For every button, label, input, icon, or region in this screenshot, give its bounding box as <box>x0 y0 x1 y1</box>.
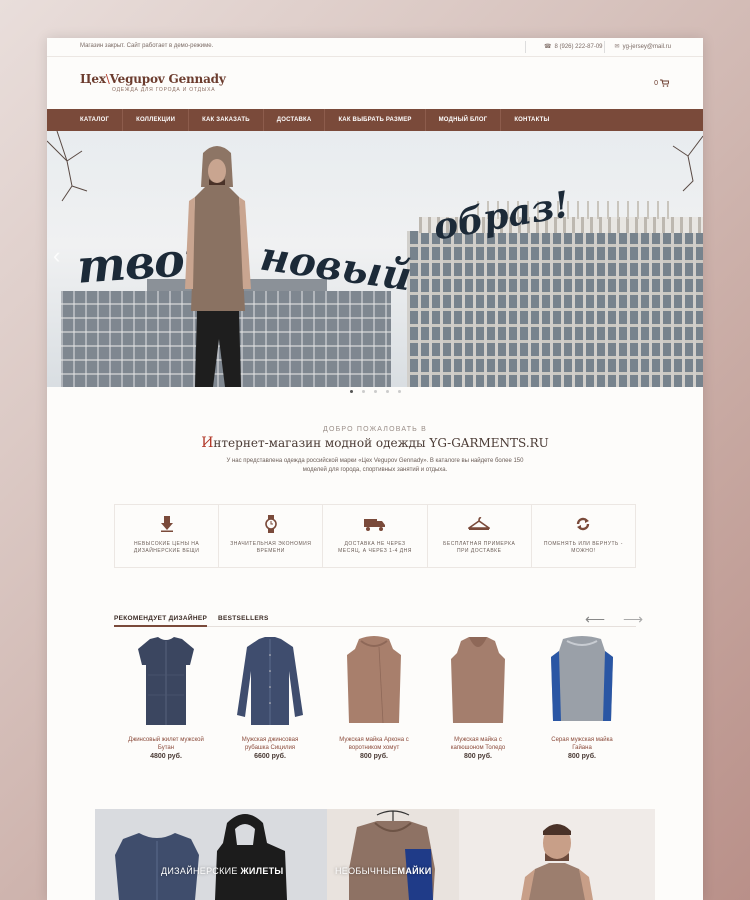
product-name[interactable]: Мужская джинсовая рубашка Сицилия <box>218 736 322 752</box>
feature-item: БЕСПЛАТНАЯ ПРИМЕРКА ПРИ ДОСТАВКЕ <box>428 505 532 567</box>
nav-item-catalog[interactable]: КАТАЛОГ <box>67 109 124 131</box>
tab-recommended[interactable]: РЕКОМЕНДУЕТ ДИЗАЙНЕР <box>114 615 208 627</box>
product-price: 6600 руб. <box>254 753 286 760</box>
product-carousel: Джинсовый жилет мужской Бутан 4800 руб. … <box>114 632 636 760</box>
banner-vests-image <box>115 814 287 900</box>
nav-item-delivery[interactable]: ДОСТАВКА <box>264 109 326 131</box>
email-link[interactable]: ✉ yg-jersey@mail.ru <box>615 43 671 50</box>
welcome-text: У нас представлена одежда российской мар… <box>226 458 524 473</box>
nav-item-size-guide[interactable]: КАК ВЫБРАТЬ РАЗМЕР <box>325 109 426 131</box>
product-price: 800 руб. <box>568 753 596 760</box>
product-name[interactable]: Джинсовый жилет мужской Бутан <box>114 736 218 752</box>
banner-vests-title: ДИЗАЙНЕРСКИЕ ЖИЛЕТЫ <box>161 866 284 876</box>
product-card[interactable]: Мужская майка с капюшоном Толедо 800 руб… <box>426 632 530 760</box>
product-price: 800 руб. <box>360 753 388 760</box>
carousel-next-arrow[interactable]: ⟶ <box>623 611 643 628</box>
nav-item-contacts[interactable]: КОНТАКТЫ <box>501 109 562 131</box>
banner-tanks-title: НЕОБЫЧНЫЕМАЙКИ <box>335 866 432 876</box>
tree-branches <box>47 131 88 202</box>
logo-tagline: ОДЕЖДА ДЛЯ ГОРОДА И ОТДЫХА <box>112 87 216 93</box>
exchange-icon <box>532 514 635 534</box>
slider-dots <box>47 390 703 393</box>
welcome-section: ДОБРО ПОЖАЛОВАТЬ В Интернет-магазин модн… <box>47 426 703 475</box>
slider-dot[interactable] <box>361 390 365 393</box>
welcome-title: Интернет-магазин модной одежды YG-GARMEN… <box>201 435 549 451</box>
top-bar: Магазин закрыт. Сайт работает в демо-реж… <box>47 38 703 57</box>
feature-item: ЗНАЧИТЕЛЬНАЯ ЭКОНОМИЯ ВРЕМЕНИ <box>219 505 324 567</box>
product-card[interactable]: Мужская джинсовая рубашка Сицилия 6600 р… <box>218 632 322 760</box>
slider-dot[interactable] <box>349 390 353 393</box>
price-down-icon <box>115 514 218 534</box>
product-image[interactable] <box>530 632 634 730</box>
header: Цех\Vegupov Gennady ОДЕЖДА ДЛЯ ГОРОДА И … <box>47 57 703 109</box>
product-tabs: РЕКОМЕНДУЕТ ДИЗАЙНЕР BESTSELLERS <box>114 613 636 627</box>
feature-item: ПОМЕНЯТЬ ИЛИ ВЕРНУТЬ - МОЖНО! <box>532 505 635 567</box>
feature-item: НЕВЫСОКИЕ ЦЕНЫ НА ДИЗАЙНЕРСКИЕ ВЕЩИ <box>115 505 220 567</box>
product-name[interactable]: Мужская майка с капюшоном Толедо <box>426 736 530 752</box>
tree-branches <box>672 135 703 192</box>
product-card[interactable]: Мужская майка Аркона с воротником хомут … <box>322 632 426 760</box>
page: Магазин закрыт. Сайт работает в демо-реж… <box>47 38 703 900</box>
product-image[interactable] <box>114 632 218 730</box>
features-bar: НЕВЫСОКИЕ ЦЕНЫ НА ДИЗАЙНЕРСКИЕ ВЕЩИ ЗНАЧ… <box>114 504 636 568</box>
truck-icon <box>323 514 426 534</box>
banner-vests[interactable]: ДИЗАЙНЕРСКИЕ ЖИЛЕТЫ <box>95 809 327 900</box>
banner-tanks-image <box>349 810 435 900</box>
product-price: 4800 руб. <box>150 753 182 760</box>
cart-button[interactable]: 0 <box>654 79 669 87</box>
cart-icon <box>660 79 669 87</box>
banner-model-image <box>521 824 593 900</box>
banner-tanks[interactable]: НЕОБЫЧНЫЕМАЙКИ <box>327 809 459 900</box>
hero-slider[interactable]: твой новый образ! ‹ <box>47 131 703 387</box>
product-image[interactable] <box>322 632 426 730</box>
slider-dot[interactable] <box>385 390 389 393</box>
welcome-pretitle: ДОБРО ПОЖАЛОВАТЬ В <box>323 426 427 433</box>
product-name[interactable]: Серая мужская майка Гайана <box>530 736 634 752</box>
slider-dot[interactable] <box>373 390 377 393</box>
main-nav: КАТАЛОГ КОЛЛЕКЦИИ КАК ЗАКАЗАТЬ ДОСТАВКА … <box>47 109 703 131</box>
carousel-prev-arrow[interactable]: ⟵ <box>585 611 605 628</box>
product-image[interactable] <box>218 632 322 730</box>
feature-item: ДОСТАВКА НЕ ЧЕРЕЗ МЕСЯЦ, А ЧЕРЕЗ 1-4 ДНЯ <box>323 505 428 567</box>
mail-icon: ✉ <box>614 44 620 50</box>
phone-icon: ☎ <box>544 44 552 50</box>
nav-item-how-to-order[interactable]: КАК ЗАКАЗАТЬ <box>189 109 264 131</box>
slider-dot[interactable] <box>397 390 401 393</box>
banner-model[interactable] <box>459 809 655 900</box>
model-photo <box>185 146 251 387</box>
phone-link[interactable]: ☎ 8 (926) 222-87-09 <box>544 43 603 50</box>
logo[interactable]: Цех\Vegupov Gennady ОДЕЖДА ДЛЯ ГОРОДА И … <box>80 72 226 93</box>
hanger-icon <box>428 514 531 534</box>
cart-count: 0 <box>654 79 658 87</box>
nav-item-collections[interactable]: КОЛЛЕКЦИИ <box>123 109 190 131</box>
category-banners: ДИЗАЙНЕРСКИЕ ЖИЛЕТЫ НЕОБЫЧНЫЕМАЙКИ <box>95 809 655 900</box>
product-image[interactable] <box>426 632 530 730</box>
tab-bestsellers[interactable]: BESTSELLERS <box>218 615 269 622</box>
product-card[interactable]: Серая мужская майка Гайана 800 руб. <box>530 632 634 760</box>
product-name[interactable]: Мужская майка Аркона с воротником хомут <box>322 736 426 752</box>
product-card[interactable]: Джинсовый жилет мужской Бутан 4800 руб. <box>114 632 218 760</box>
hero-prev-arrow[interactable]: ‹ <box>53 243 60 269</box>
product-price: 800 руб. <box>464 753 492 760</box>
nav-item-blog[interactable]: МОДНЫЙ БЛОГ <box>426 109 502 131</box>
top-contacts: ☎ 8 (926) 222-87-09 ✉ yg-jersey@mail.ru <box>544 43 671 50</box>
store-notice: Магазин закрыт. Сайт работает в демо-реж… <box>80 43 214 49</box>
watch-icon <box>219 514 322 534</box>
